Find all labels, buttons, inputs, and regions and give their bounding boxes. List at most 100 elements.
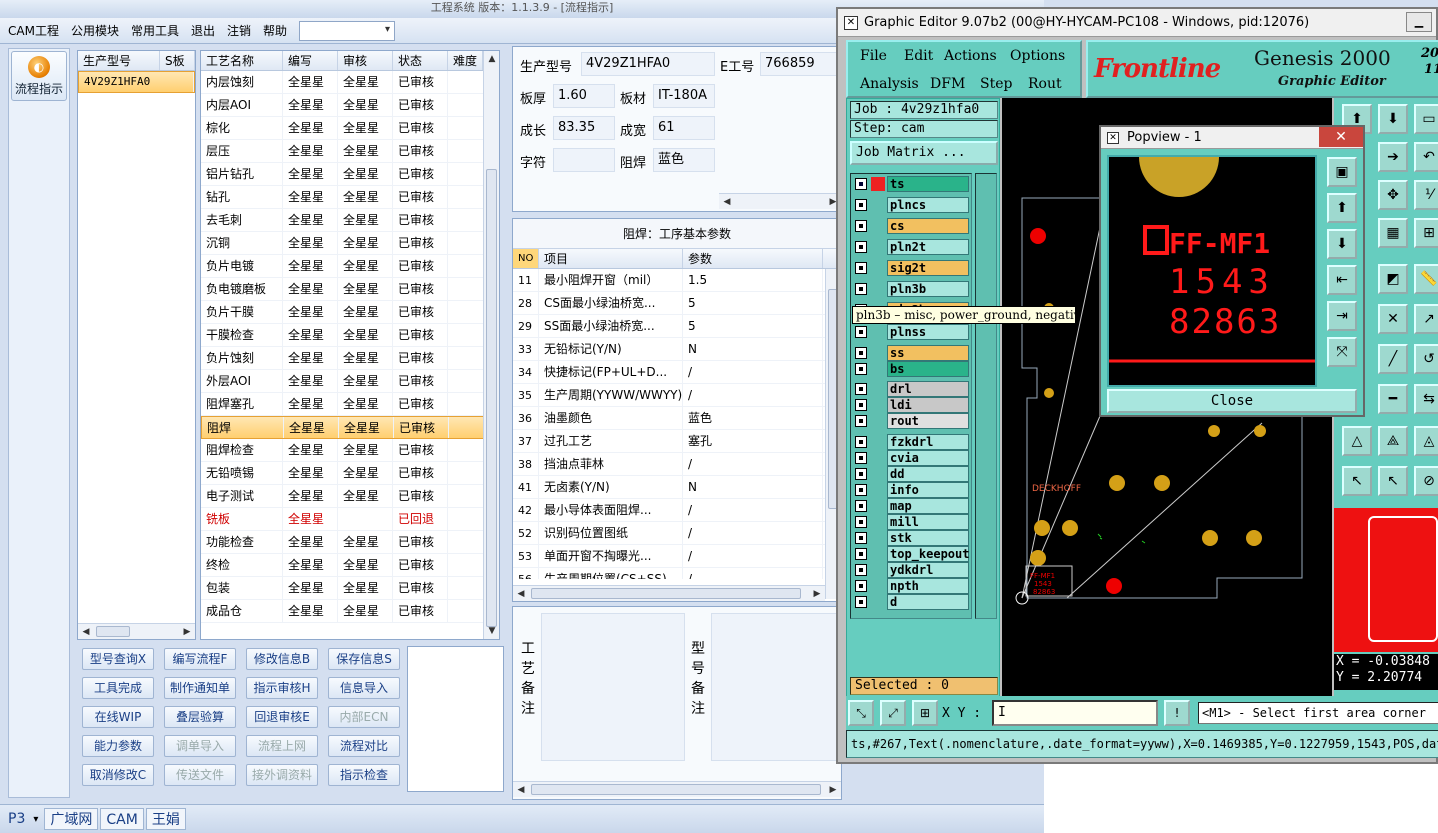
action-button[interactable]: 回退审核E — [246, 706, 318, 728]
tool-ruler-icon[interactable]: 📏 — [1414, 264, 1438, 294]
pop-tool-down-icon[interactable]: ⬇ — [1327, 229, 1357, 259]
action-button[interactable]: 内部ECN — [328, 706, 400, 728]
layer-checkbox[interactable] — [855, 548, 867, 560]
action-button[interactable]: 叠层验算 — [164, 706, 236, 728]
model-hscroll-thumb[interactable] — [96, 626, 130, 637]
popview-canvas[interactable]: FF-MF1 1543 82863 — [1107, 155, 1317, 387]
col-difficulty[interactable]: 难度 — [448, 51, 483, 70]
layer-row[interactable]: pln2t — [855, 239, 969, 255]
action-button[interactable]: 在线WIP — [82, 706, 154, 728]
process-row[interactable]: 功能检查 全星星 全星星 已审核 — [201, 531, 499, 554]
layer-checkbox[interactable] — [855, 564, 867, 576]
process-row[interactable]: 内层AOI 全星星 全星星 已审核 — [201, 94, 499, 117]
action-button[interactable]: 制作通知单 — [164, 677, 236, 699]
process-row[interactable]: 干膜检查 全星星 全星星 已审核 — [201, 324, 499, 347]
tool-move-icon[interactable]: ✥ — [1378, 180, 1408, 210]
param-row[interactable]: 36 油墨颜色 蓝色 — [513, 407, 841, 430]
param-row[interactable]: 38 挡油点菲林 / — [513, 453, 841, 476]
layer-row[interactable]: plncs — [855, 197, 969, 213]
col-param[interactable]: 参数 — [683, 249, 823, 268]
layer-row[interactable]: cs — [855, 218, 969, 234]
close-icon[interactable]: ✕ — [1319, 127, 1363, 147]
layer-checkbox[interactable] — [855, 363, 867, 375]
param-row[interactable]: 42 最小导体表面阻焊... / — [513, 499, 841, 522]
solder-mask-field[interactable]: 蓝色 — [653, 148, 715, 172]
tool-select2-icon[interactable]: ↖ — [1378, 466, 1408, 496]
tool-undo-icon[interactable]: ↶ — [1414, 142, 1438, 172]
tool-tri3-icon[interactable]: ◬ — [1414, 426, 1438, 456]
char-field[interactable] — [553, 148, 615, 172]
layer-row[interactable]: ts — [855, 176, 969, 192]
action-button[interactable]: 接外调资料 — [246, 764, 318, 786]
gmenu-edit[interactable]: Edit — [904, 48, 933, 64]
action-button[interactable]: 指示审核H — [246, 677, 318, 699]
tool-window-icon[interactable]: ▭ — [1414, 104, 1438, 134]
scroll-right-icon[interactable]: ▶ — [825, 782, 841, 798]
model-row[interactable]: 4V29Z1HFA0 — [78, 71, 195, 93]
gmenu-step[interactable]: Step — [980, 76, 1012, 92]
gmenu-file[interactable]: File — [860, 48, 887, 64]
layer-row[interactable]: ydkdrl — [855, 562, 969, 578]
action-button[interactable]: 修改信息B — [246, 648, 318, 670]
layer-row[interactable]: dd — [855, 466, 969, 482]
layer-checkbox[interactable] — [855, 347, 867, 359]
process-row[interactable]: 沉铜 全星星 全星星 已审核 — [201, 232, 499, 255]
tool-arrow-icon[interactable]: ⇆ — [1414, 384, 1438, 414]
tool-connect-icon[interactable]: ↗ — [1414, 304, 1438, 334]
action-button[interactable]: 传送文件 — [164, 764, 236, 786]
process-row[interactable]: 阻焊塞孔 全星星 全星星 已审核 — [201, 393, 499, 416]
action-button[interactable]: 流程上网 — [246, 735, 318, 757]
tool-measure-icon[interactable]: ━ — [1378, 384, 1408, 414]
process-row[interactable]: 负片电镀 全星星 全星星 已审核 — [201, 255, 499, 278]
scroll-left-icon[interactable]: ◀ — [78, 624, 94, 640]
param-row[interactable]: 35 生产周期(YYWW/WWYY) / — [513, 384, 841, 407]
process-row[interactable]: 阻焊检查 全星星 全星星 已审核 — [201, 439, 499, 462]
layer-row[interactable]: drl — [855, 381, 969, 397]
param-row[interactable]: 37 过孔工艺 塞孔 — [513, 430, 841, 453]
col-model[interactable]: 生产型号 — [78, 51, 160, 70]
model-hscroll[interactable]: ◀ ▶ — [78, 623, 195, 639]
col-process-name[interactable]: 工艺名称 — [201, 51, 283, 70]
layer-checkbox[interactable] — [855, 220, 867, 232]
layer-row[interactable]: stk — [855, 530, 969, 546]
gmenu-options[interactable]: Options — [1010, 48, 1065, 64]
scroll-left-icon[interactable]: ◀ — [513, 586, 529, 602]
layer-row[interactable]: pln3b — [855, 281, 969, 297]
layer-checkbox[interactable] — [855, 199, 867, 211]
col-status[interactable]: 状态 — [393, 51, 448, 70]
layer-checkbox[interactable] — [855, 241, 867, 253]
layer-checkbox[interactable] — [855, 452, 867, 464]
model-notes-input[interactable] — [711, 613, 841, 761]
layer-row[interactable]: plnss — [855, 324, 969, 340]
action-button[interactable]: 型号查询X — [82, 648, 154, 670]
e-no-field[interactable]: 766859 — [760, 52, 842, 76]
tool-export-icon[interactable]: ➔ — [1378, 142, 1408, 172]
action-button[interactable]: 调单导入 — [164, 735, 236, 757]
process-row[interactable]: 层压 全星星 全星星 已审核 — [201, 140, 499, 163]
menu-exit[interactable]: 退出 — [191, 22, 215, 39]
layer-row[interactable]: d — [855, 594, 969, 610]
process-notes-input[interactable] — [541, 613, 685, 761]
tool-shape-icon[interactable]: ◩ — [1378, 264, 1408, 294]
tool-triangle-icon[interactable]: △ — [1342, 426, 1372, 456]
col-writer[interactable]: 编写 — [283, 51, 338, 70]
layer-checkbox[interactable] — [855, 399, 867, 411]
tool-cross-icon[interactable]: ✕ — [1378, 304, 1408, 334]
xy-input[interactable]: I — [992, 700, 1158, 726]
job-matrix-button[interactable]: Job Matrix ... — [850, 141, 998, 165]
process-row[interactable]: 成品仓 全星星 全星星 已审核 — [201, 600, 499, 623]
param-row[interactable]: 41 无卤素(Y/N) N — [513, 476, 841, 499]
notes-hscroll-thumb[interactable] — [531, 784, 821, 795]
layer-checkbox[interactable] — [855, 262, 867, 274]
param-row[interactable]: 33 无铅标记(Y/N) N — [513, 338, 841, 361]
scroll-right-icon[interactable]: ▶ — [809, 586, 825, 602]
params-hscroll[interactable]: ◀ ▶ — [513, 585, 825, 601]
process-row[interactable]: 去毛刺 全星星 全星星 已审核 — [201, 209, 499, 232]
layer-checkbox[interactable] — [855, 580, 867, 592]
tab-cam[interactable]: CAM — [100, 808, 144, 830]
pop-tool-fit-icon[interactable]: ⤧ — [1327, 337, 1357, 367]
scroll-up-icon[interactable]: ▲ — [484, 51, 500, 67]
tool-select-icon[interactable]: ↖ — [1342, 466, 1372, 496]
param-row[interactable]: 53 单面开窗不掏曝光... / — [513, 545, 841, 568]
menu-cam[interactable]: CAM工程 — [8, 22, 59, 39]
